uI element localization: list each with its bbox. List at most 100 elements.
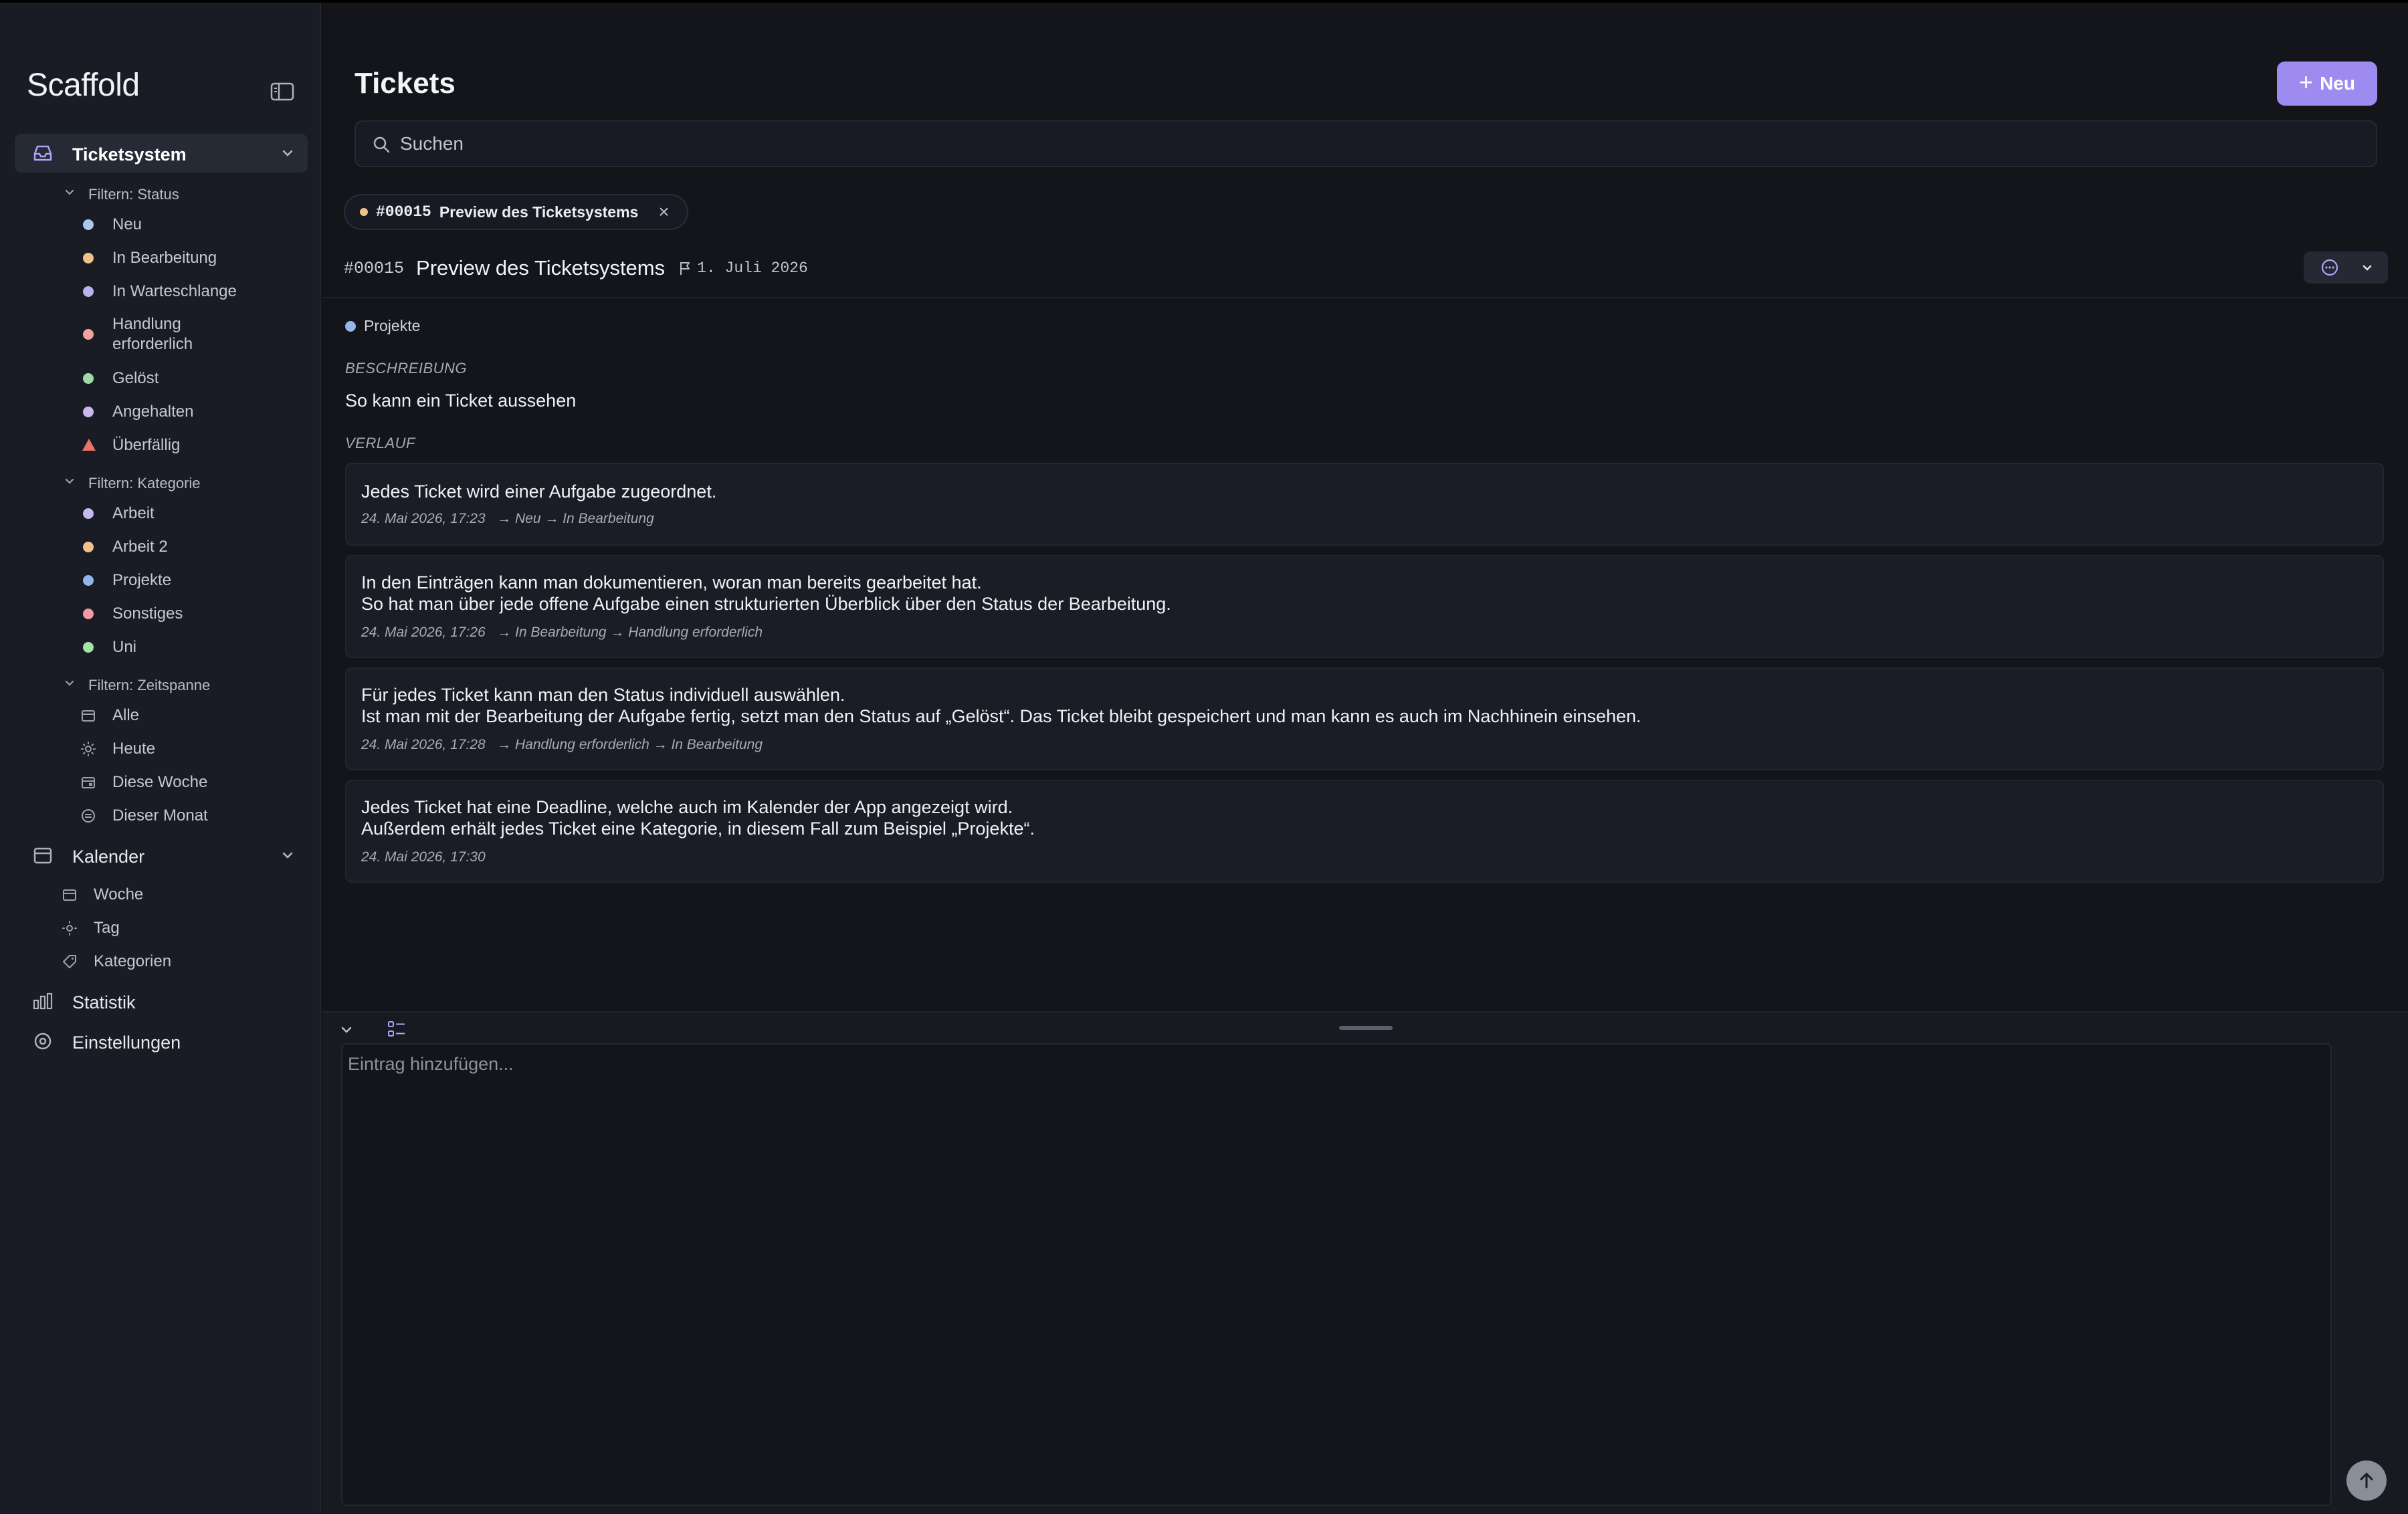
filter-group-zeitspanne[interactable]: Filtern: Zeitspanne bbox=[63, 673, 290, 695]
sidebar-toggle-icon[interactable] bbox=[270, 82, 294, 102]
arrow-up-icon bbox=[2356, 1471, 2377, 1491]
sidebar-item-label: Einstellungen bbox=[72, 1033, 181, 1053]
status-filter-neu[interactable]: Neu bbox=[80, 214, 308, 235]
status-dot bbox=[360, 208, 368, 216]
chevron-down-icon[interactable] bbox=[338, 1022, 355, 1038]
status-label: In Warteschlange bbox=[112, 282, 237, 300]
time-filter-alle[interactable]: Alle bbox=[80, 705, 308, 726]
resize-handle[interactable] bbox=[1339, 1026, 1393, 1030]
status-dot bbox=[83, 219, 94, 230]
status-filter-ueberfaellig[interactable]: Überfällig bbox=[80, 435, 308, 456]
status-label: Gelöst bbox=[112, 369, 159, 387]
sidebar-item-kalender[interactable]: Kalender bbox=[15, 836, 308, 875]
open-ticket-tab[interactable]: #00015 Preview des Ticketsystems × bbox=[344, 194, 688, 230]
entry-textarea-wrapper[interactable] bbox=[341, 1043, 2332, 1506]
category-dot bbox=[83, 542, 94, 552]
status-dot bbox=[83, 286, 94, 297]
page-title: Tickets bbox=[355, 67, 456, 100]
kalender-item-label: Tag bbox=[94, 919, 120, 937]
kalender-item-tag[interactable]: Tag bbox=[62, 917, 302, 939]
category-label: Arbeit bbox=[112, 504, 155, 522]
ticket-category: Projekte bbox=[345, 317, 420, 335]
calendar-week-icon bbox=[80, 774, 96, 790]
category-filter-projekte[interactable]: Projekte bbox=[80, 570, 308, 591]
kalender-item-woche[interactable]: Woche bbox=[62, 884, 302, 905]
sidebar-item-einstellungen[interactable]: Einstellungen bbox=[15, 1022, 308, 1061]
category-dot bbox=[83, 642, 94, 653]
category-dot bbox=[83, 508, 94, 519]
category-label: Sonstiges bbox=[112, 605, 183, 623]
status-label: In Bearbeitung bbox=[112, 249, 217, 267]
history-entry: Jedes Ticket hat eine Deadline, welche a… bbox=[345, 780, 2384, 883]
ticket-actions-menu[interactable] bbox=[2304, 251, 2388, 284]
status-dot bbox=[83, 373, 94, 384]
close-icon[interactable]: × bbox=[658, 201, 669, 223]
description-label: BESCHREIBUNG bbox=[345, 360, 468, 376]
chevron-down-icon[interactable] bbox=[280, 847, 296, 863]
time-filter-dieser-monat[interactable]: Dieser Monat bbox=[80, 805, 308, 827]
history-entry: Jedes Ticket wird einer Aufgabe zugeordn… bbox=[345, 463, 2384, 546]
search-input[interactable] bbox=[400, 122, 2340, 166]
filter-group-status[interactable]: Filtern: Status bbox=[63, 182, 290, 205]
settings-icon bbox=[32, 1031, 54, 1051]
entry-status-transition: → In Bearbeitung → Handlung erforderlich bbox=[497, 625, 763, 640]
time-filter-label: Dieser Monat bbox=[112, 806, 208, 825]
chevron-down-icon[interactable] bbox=[280, 145, 296, 161]
search-bar[interactable] bbox=[355, 120, 2377, 167]
sidebar-item-label: Kalender bbox=[72, 847, 145, 867]
entry-text: So hat man über jede offene Aufgabe eine… bbox=[361, 594, 1171, 614]
category-filter-arbeit-2[interactable]: Arbeit 2 bbox=[80, 536, 308, 558]
status-filter-in-bearbeitung[interactable]: In Bearbeitung bbox=[80, 247, 308, 269]
header-divider bbox=[322, 297, 2408, 298]
entry-meta: 24. Mai 2026, 17:26 → In Bearbeitung → H… bbox=[361, 625, 763, 641]
category-dot bbox=[83, 575, 94, 586]
filter-group-label: Filtern: Kategorie bbox=[88, 475, 201, 492]
entry-composer bbox=[322, 1011, 2408, 1514]
kalender-item-kategorien[interactable]: Kategorien bbox=[62, 951, 302, 972]
status-dot bbox=[83, 253, 94, 263]
time-filter-diese-woche[interactable]: Diese Woche bbox=[80, 772, 308, 793]
status-label: Angehalten bbox=[112, 403, 194, 421]
send-entry-button[interactable] bbox=[2346, 1461, 2387, 1501]
sidebar-item-label: Statistik bbox=[72, 992, 136, 1012]
sidebar-item-ticketsystem[interactable]: Ticketsystem bbox=[15, 134, 308, 173]
entry-meta: 24. Mai 2026, 17:30 bbox=[361, 849, 486, 865]
status-label: Überfällig bbox=[112, 436, 181, 454]
status-filter-in-warteschlange[interactable]: In Warteschlange bbox=[80, 281, 308, 302]
checklist-icon[interactable] bbox=[387, 1019, 407, 1039]
filter-group-label: Filtern: Status bbox=[88, 186, 179, 203]
entry-text: Ist man mit der Bearbeitung der Aufgabe … bbox=[361, 706, 1641, 726]
time-filter-heute[interactable]: Heute bbox=[80, 738, 308, 760]
filter-group-kategorie[interactable]: Filtern: Kategorie bbox=[63, 471, 290, 494]
category-label: Uni bbox=[112, 638, 137, 656]
status-filter-angehalten[interactable]: Angehalten bbox=[80, 401, 308, 423]
sidebar-item-statistik[interactable]: Statistik bbox=[15, 982, 308, 1020]
calendar-month-icon bbox=[80, 808, 96, 824]
ticket-deadline: 1. Juli 2026 bbox=[697, 259, 808, 277]
sun-icon bbox=[80, 741, 96, 757]
category-filter-arbeit[interactable]: Arbeit bbox=[80, 503, 308, 524]
kalender-item-label: Woche bbox=[94, 885, 144, 903]
category-dot bbox=[83, 609, 94, 619]
tab-ticket-id: #00015 bbox=[376, 203, 431, 221]
entry-text: Jedes Ticket wird einer Aufgabe zugeordn… bbox=[361, 481, 717, 502]
ticket-header: #00015 Preview des Ticketsystems 1. Juli… bbox=[344, 251, 808, 285]
status-dot bbox=[83, 329, 94, 340]
category-filter-uni[interactable]: Uni bbox=[80, 637, 308, 658]
chevron-down-icon bbox=[63, 677, 76, 690]
category-label: Arbeit 2 bbox=[112, 538, 168, 556]
entry-textarea[interactable] bbox=[342, 1045, 2330, 1505]
more-options-icon bbox=[2321, 259, 2338, 276]
status-filter-handlung-erforderlich[interactable]: Handlung erforderlich bbox=[80, 314, 308, 356]
entry-timestamp: 24. Mai 2026, 17:23 bbox=[361, 511, 486, 526]
category-filter-sonstiges[interactable]: Sonstiges bbox=[80, 603, 308, 625]
new-ticket-button[interactable]: + Neu bbox=[2277, 62, 2377, 106]
sidebar: Scaffold Ticketsystem Filtern: Status Ne… bbox=[0, 3, 321, 1514]
tag-icon bbox=[62, 954, 78, 970]
kalender-item-label: Kategorien bbox=[94, 952, 172, 970]
status-filter-geloest[interactable]: Gelöst bbox=[80, 368, 308, 389]
main-content: Tickets + Neu #00015 Preview des Tickets… bbox=[322, 3, 2408, 1514]
entry-meta: 24. Mai 2026, 17:23 → Neu → In Bearbeitu… bbox=[361, 511, 654, 527]
status-label-line1: Handlung bbox=[112, 315, 181, 333]
filter-group-label: Filtern: Zeitspanne bbox=[88, 677, 211, 693]
